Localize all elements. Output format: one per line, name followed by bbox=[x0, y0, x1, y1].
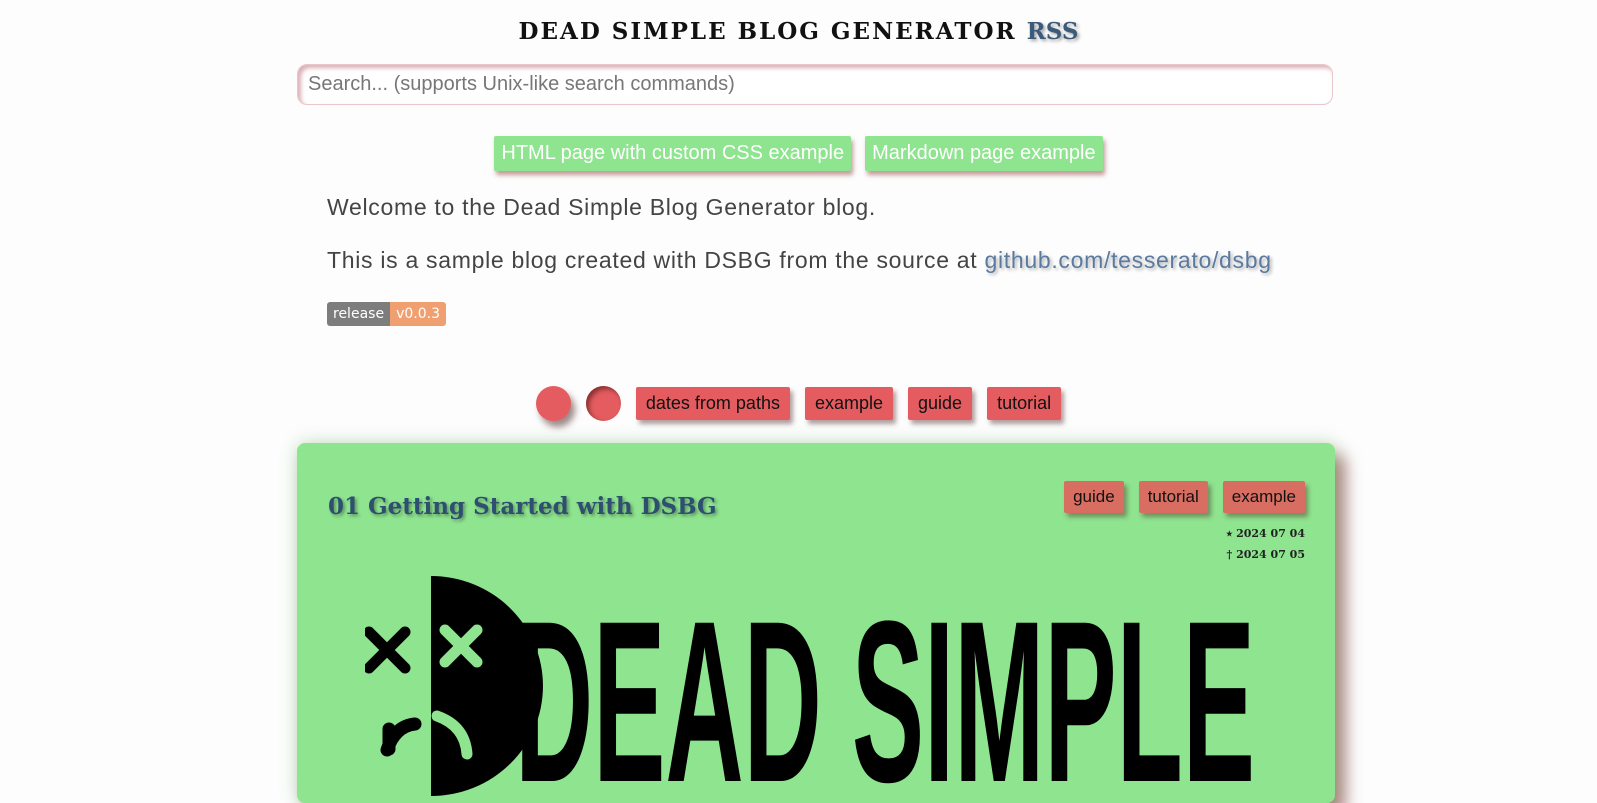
dead-simple-logo: DEAD SIMPLE bbox=[365, 576, 1255, 803]
site-title-text[interactable]: DEAD SIMPLE BLOG GENERATOR bbox=[519, 18, 1017, 45]
post-updated-date: † 2024 07 05 bbox=[1226, 548, 1305, 561]
theme-toggle-button[interactable] bbox=[585, 386, 621, 421]
post-tag-tutorial[interactable]: tutorial bbox=[1138, 481, 1208, 513]
release-badge-label: release bbox=[327, 302, 391, 326]
html-page-example-link[interactable]: HTML page with custom CSS example bbox=[494, 136, 852, 171]
tag-guide[interactable]: guide bbox=[908, 387, 973, 420]
site-title: DEAD SIMPLE BLOG GENERATOR RSS bbox=[0, 18, 1597, 45]
tag-dates-from-paths[interactable]: dates from paths bbox=[635, 387, 790, 420]
post-title[interactable]: 01 Getting Started with DSBG bbox=[328, 493, 717, 520]
post-tag-example[interactable]: example bbox=[1222, 481, 1305, 513]
tag-tutorial[interactable]: tutorial bbox=[987, 387, 1062, 420]
post-created-date: ⭑ 2024 07 04 bbox=[1226, 527, 1305, 540]
welcome-text: Welcome to the Dead Simple Blog Generato… bbox=[327, 194, 876, 220]
filter-toggle-button[interactable] bbox=[535, 386, 571, 421]
tag-example[interactable]: example bbox=[804, 387, 894, 420]
logo-text: DEAD SIMPLE bbox=[515, 576, 1255, 803]
search-input[interactable] bbox=[297, 64, 1333, 105]
post-tags: guide tutorial example bbox=[1064, 481, 1305, 513]
source-text: This is a sample blog created with DSBG … bbox=[327, 247, 985, 273]
source-paragraph: This is a sample blog created with DSBG … bbox=[327, 247, 1272, 274]
post-dates: ⭑ 2024 07 04 † 2024 07 05 bbox=[1226, 523, 1305, 565]
release-badge-version: v0.0.3 bbox=[390, 302, 446, 326]
rss-link[interactable]: RSS bbox=[1027, 18, 1079, 45]
top-links: HTML page with custom CSS example Markdo… bbox=[0, 136, 1597, 171]
markdown-page-example-link[interactable]: Markdown page example bbox=[865, 136, 1103, 171]
post-tag-guide[interactable]: guide bbox=[1064, 481, 1124, 513]
tag-filter-bar: dates from paths example guide tutorial bbox=[0, 386, 1597, 421]
post-card[interactable]: 01 Getting Started with DSBG guide tutor… bbox=[297, 443, 1335, 803]
release-badge[interactable]: release v0.0.3 bbox=[327, 302, 446, 326]
github-link[interactable]: github.com/tesserato/dsbg bbox=[984, 247, 1271, 273]
